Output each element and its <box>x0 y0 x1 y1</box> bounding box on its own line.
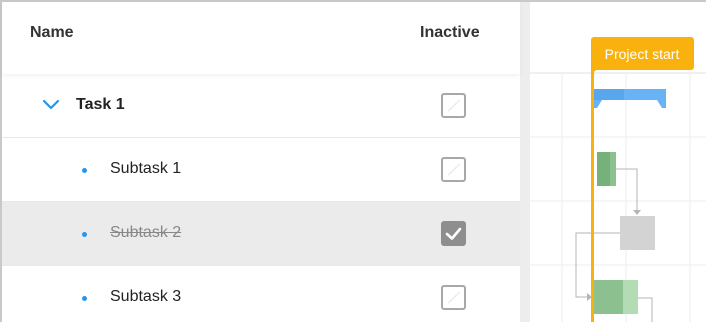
task-bar-progress <box>597 152 610 186</box>
gantt-chart: Project start <box>530 37 706 322</box>
inactive-checkbox[interactable] <box>441 285 466 310</box>
grid-header: Name Inactive <box>2 2 520 74</box>
task-name: Subtask 1 <box>110 160 182 177</box>
checkmark-icon <box>445 227 462 240</box>
bullet-icon <box>82 296 87 301</box>
task-name: Task 1 <box>76 96 125 113</box>
task-name: Subtask 2 <box>110 224 182 241</box>
task-bar-subtask-2[interactable] <box>620 216 655 250</box>
gantt-timeline: Project start <box>530 2 706 322</box>
inactive-checkbox[interactable] <box>441 157 466 182</box>
chevron-down-icon[interactable] <box>42 98 60 112</box>
splitter[interactable] <box>520 2 530 322</box>
task-row-subtask-2[interactable]: Subtask 2 <box>2 202 520 266</box>
column-header-inactive[interactable]: Inactive <box>420 24 480 42</box>
task-name: Subtask 3 <box>110 288 182 305</box>
column-header-name[interactable]: Name <box>30 24 74 42</box>
bullet-icon <box>82 168 87 173</box>
project-start-label: Project start <box>605 46 680 62</box>
inactive-checkbox[interactable] <box>441 93 466 118</box>
task-grid: Name Inactive Task 1 Subtask 1 Subtask 2… <box>2 2 520 322</box>
arrow-down-icon <box>633 210 641 215</box>
inactive-checkbox[interactable] <box>441 221 466 246</box>
task-row-subtask-3[interactable]: Subtask 3 <box>2 266 520 322</box>
project-start-line <box>591 66 594 322</box>
task-bar-progress <box>593 280 623 314</box>
bullet-icon <box>82 232 87 237</box>
task-row-subtask-1[interactable]: Subtask 1 <box>2 138 520 202</box>
dependency-connector <box>638 297 653 322</box>
summary-bar-progress <box>594 89 624 100</box>
timeline-header-divider <box>530 72 706 74</box>
task-row-task-1[interactable]: Task 1 <box>2 74 520 138</box>
